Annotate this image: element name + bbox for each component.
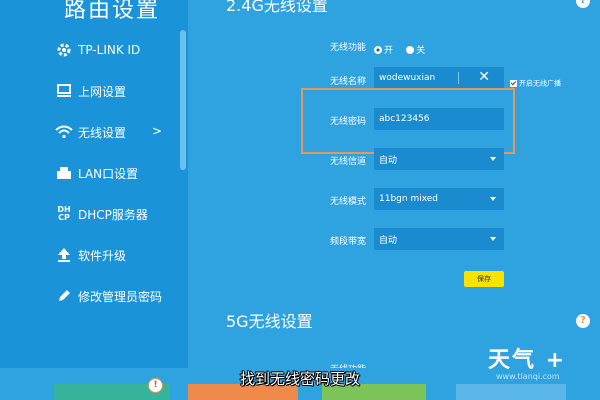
- wifi-icon: [52, 122, 76, 142]
- radio-on[interactable]: [374, 45, 382, 54]
- dhcp-icon-bottom: CP: [58, 213, 70, 222]
- radio-off-label: 关: [416, 46, 426, 56]
- sidebar-item-label: LAN口设置: [78, 166, 139, 181]
- broadcast-label: 开启无线广播: [519, 79, 561, 88]
- wireless-function-label: 无线功能: [329, 43, 366, 53]
- wireless-function-radios: 开 关: [374, 39, 433, 58]
- sidebar-item-label: 上网设置: [78, 84, 127, 99]
- sidebar-item-upgrade[interactable]: 软件升级: [0, 239, 176, 271]
- sidebar-item-label: 修改管理员密码: [78, 289, 163, 304]
- chevron-down-icon: [490, 157, 496, 161]
- channel-value: 自动: [379, 155, 398, 166]
- sidebar-item-label: TP-LINK ID: [78, 43, 141, 57]
- section-5g-title: 5G无线设置: [226, 312, 313, 331]
- radio-on-label: 开: [384, 46, 394, 56]
- watermark-title: 天气 +: [488, 348, 567, 373]
- pencil-icon: [52, 286, 76, 306]
- channel-select[interactable]: 自动: [374, 148, 504, 170]
- bandwidth-value: 自动: [379, 235, 398, 246]
- clear-icon[interactable]: ✕: [478, 69, 490, 85]
- save-button[interactable]: 保存: [464, 271, 504, 287]
- chevron-down-icon: [490, 197, 496, 201]
- radio-off[interactable]: [406, 45, 415, 54]
- broadcast-checkbox[interactable]: [510, 80, 517, 87]
- sidebar-scrollbar[interactable]: [180, 30, 186, 170]
- sidebar-title: 路由设置: [64, 0, 161, 23]
- sidebar-item-internet[interactable]: 上网设置: [0, 75, 176, 107]
- sidebar-item-wireless[interactable]: 无线设置 >: [0, 116, 176, 148]
- gear-icon: [52, 40, 76, 60]
- broadcast-toggle[interactable]: 开启无线广播: [510, 73, 561, 92]
- help-icon[interactable]: ?: [576, 314, 590, 328]
- channel-label: 无线信道: [329, 157, 366, 167]
- upload-icon: [52, 245, 76, 265]
- highlight-box: [301, 88, 515, 154]
- mode-label: 无线模式: [329, 197, 366, 207]
- watermark-logo: 天气 + www.tianqi.com: [488, 342, 567, 381]
- sidebar-item-label: DHCP服务器: [78, 207, 148, 222]
- section-24g-title: 2.4G无线设置: [226, 0, 328, 15]
- bandwidth-select[interactable]: 自动: [374, 228, 504, 250]
- mode-select[interactable]: 11bgn mixed: [374, 188, 504, 210]
- text-cursor: [458, 72, 459, 84]
- sidebar-item-lan[interactable]: LAN口设置: [0, 157, 176, 189]
- watermark-url: www.tianqi.com: [496, 372, 560, 381]
- bandwidth-label: 频段带宽: [329, 237, 366, 247]
- mode-value: 11bgn mixed: [379, 194, 439, 204]
- sidebar-item-tplink-id[interactable]: TP-LINK ID: [0, 34, 176, 66]
- lan-port-icon: [52, 163, 76, 183]
- ssid-label: 无线名称: [329, 77, 366, 87]
- sidebar-item-admin-password[interactable]: 修改管理员密码: [0, 280, 176, 312]
- chevron-down-icon: [490, 237, 496, 241]
- monitor-icon: [52, 81, 76, 101]
- ssid-value: wodewuxian: [379, 73, 436, 83]
- chevron-right-icon: >: [151, 124, 162, 138]
- sidebar: 路由设置 TP-LINK ID 上网设置 无线设置 > LAN口设置 DH CP…: [0, 0, 188, 400]
- sidebar-item-label: 无线设置: [78, 125, 127, 140]
- sidebar-item-dhcp[interactable]: DH CP DHCP服务器: [0, 198, 176, 230]
- dhcp-icon: DH CP: [52, 204, 76, 224]
- ssid-input[interactable]: wodewuxian ✕: [374, 67, 504, 89]
- sidebar-item-label: 软件升级: [78, 248, 127, 263]
